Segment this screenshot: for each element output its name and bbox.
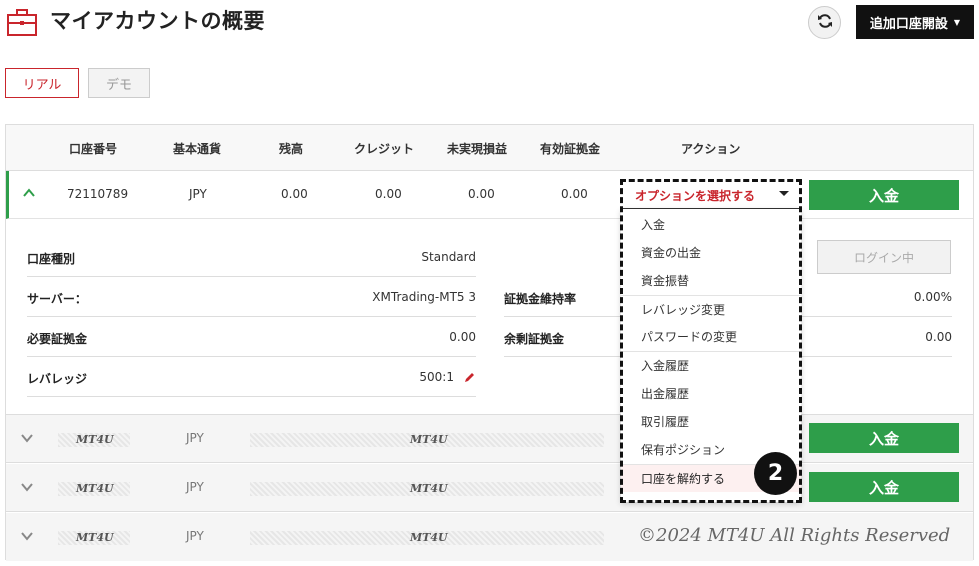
watermark-text: MT4U [410,433,448,446]
account-number: 72110789 [67,187,129,201]
chevron-down-icon[interactable] [20,430,34,449]
required-margin-label: 必要証拠金 [27,332,88,346]
currency: JPY [189,187,207,201]
column-header-credit: クレジット [354,142,415,156]
watermark-text: MT4U [76,531,114,544]
menu-item-withdraw[interactable]: 資金の出金 [621,239,801,267]
menu-item-trade-history[interactable]: 取引履歴 [621,408,801,436]
page-header: マイアカウントの概要 追加口座開設 ▼ [0,0,979,48]
briefcase-icon [6,6,38,38]
leverage-value: 500:1 [419,370,454,384]
chevron-down-icon[interactable] [20,528,34,547]
column-header-balance: 残高 [279,142,304,156]
column-header-action: アクション [681,142,741,156]
credit: 0.00 [375,187,402,201]
column-header-currency: 基本通貨 [173,142,222,156]
divider [27,356,476,357]
menu-item-deposit[interactable]: 入金 [621,211,801,239]
currency: JPY [186,480,204,494]
pencil-icon[interactable] [463,369,476,388]
account-type-label: 口座種別 [27,252,76,266]
deposit-button[interactable]: 入金 [809,423,959,453]
table-header: 口座番号 基本通貨 残高 クレジット 未実現損益 有効証拠金 アクション [6,125,973,171]
annotation-badge: 2 [754,452,797,495]
free-margin-value: 0.00 [925,330,952,344]
page-title: マイアカウントの概要 [50,9,265,33]
watermark-text: MT4U [76,433,114,446]
deposit-button[interactable]: 入金 [809,472,959,502]
add-account-label: 追加口座開設 [869,16,948,32]
caret-down-icon: ▼ [953,17,961,27]
server-value: XMTrading-MT5 3 [372,290,476,304]
account-type-value: Standard [421,250,476,264]
watermark-text: MT4U [76,482,114,495]
deposit-button[interactable]: 入金 [809,180,959,210]
chevron-up-icon[interactable] [22,185,36,204]
refresh-icon [817,13,833,33]
currency: JPY [186,529,204,543]
menu-item-change-leverage[interactable]: レバレッジ変更 [621,295,801,323]
leverage-label: レバレッジ [27,372,88,386]
copyright-watermark: ©2024 MT4U All Rights Reserved [638,525,951,546]
menu-item-transfer[interactable]: 資金振替 [621,267,801,295]
chevron-down-icon[interactable] [20,479,34,498]
caret-down-icon [779,191,789,196]
free-margin-label: 余剰証拠金 [504,332,565,346]
server-label: サーバー： [27,292,87,306]
action-select-label: オプションを選択する [635,189,756,203]
watermark-text: MT4U [410,482,448,495]
required-margin-value: 0.00 [449,330,476,344]
watermark-text: MT4U [410,531,448,544]
action-select[interactable]: オプションを選択する [623,181,799,209]
menu-item-withdraw-history[interactable]: 出金履歴 [621,380,801,408]
currency: JPY [186,431,204,445]
divider [27,316,476,317]
refresh-button[interactable] [808,6,841,39]
column-header-equity: 有効証拠金 [540,142,601,156]
menu-item-deposit-history[interactable]: 入金履歴 [621,351,801,379]
menu-item-change-password[interactable]: パスワードの変更 [621,323,801,351]
margin-level-value: 0.00% [913,290,952,304]
equity: 0.00 [561,187,588,201]
unrealized-pl: 0.00 [468,187,495,201]
tab-real[interactable]: リアル [5,68,79,98]
divider [27,396,476,397]
margin-level-label: 証拠金維持率 [504,292,577,306]
column-header-unrealized-pl: 未実現損益 [447,142,508,156]
divider [27,276,476,277]
column-header-account-number: 口座番号 [69,142,118,156]
tab-demo[interactable]: デモ [88,68,150,98]
balance: 0.00 [281,187,308,201]
add-account-button[interactable]: 追加口座開設 ▼ [856,5,974,39]
login-status-button[interactable]: ログイン中 [817,240,951,274]
